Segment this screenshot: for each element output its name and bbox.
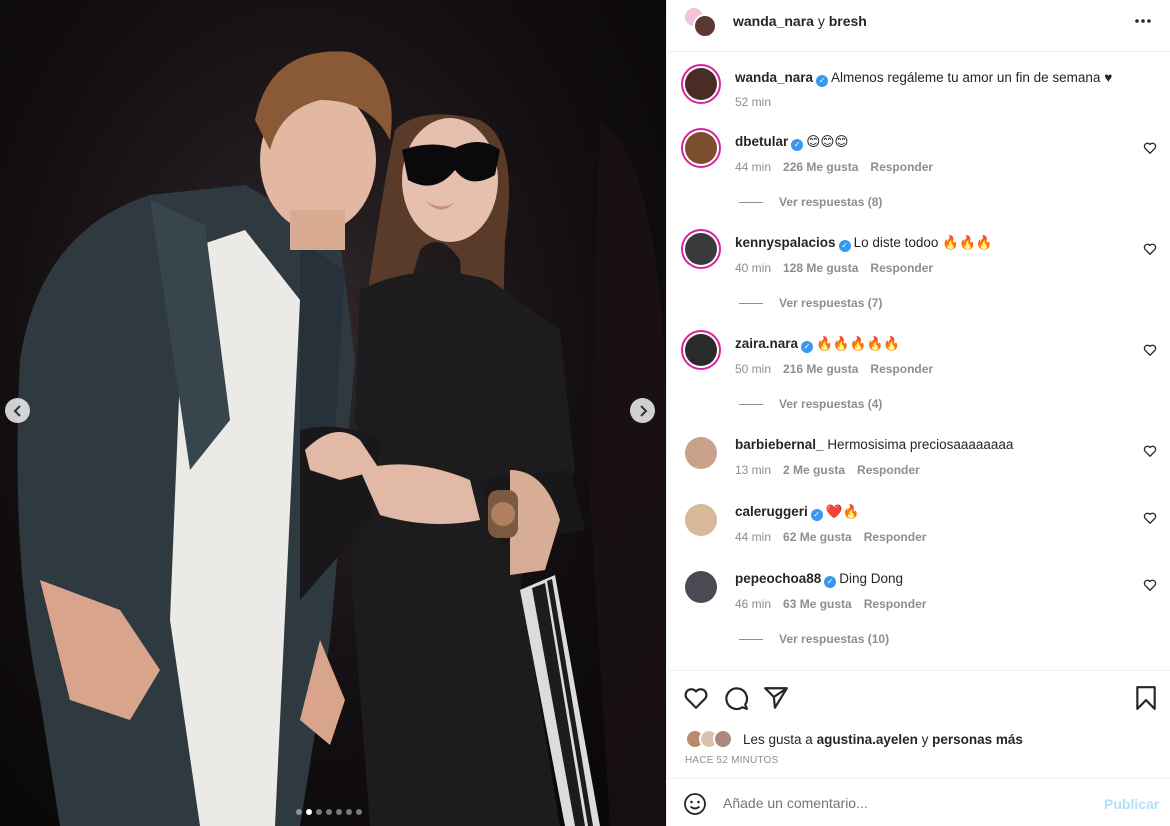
comment-icon[interactable] (723, 685, 749, 711)
comment-user[interactable]: barbiebernal_ (735, 437, 824, 452)
view-replies-button[interactable]: Ver respuestas (7) (739, 296, 882, 310)
verified-icon: ✓ (824, 576, 837, 588)
comment-text: ❤️🔥 (825, 504, 860, 519)
comment-text: Hermosisima preciosaaaaaaaa (827, 437, 1014, 452)
liker-avatars (685, 729, 737, 749)
comment-time: 50 min (735, 362, 772, 376)
likes-prefix: Les gusta a (743, 732, 817, 747)
carousel-dot (316, 809, 322, 815)
comment-time: 40 min (735, 261, 772, 275)
prev-photo-button[interactable] (5, 398, 30, 423)
heart-icon[interactable] (1143, 444, 1157, 458)
comment-time: 44 min (735, 530, 772, 544)
chevron-right-icon (639, 404, 647, 417)
carousel-dot (296, 809, 302, 815)
verified-icon: ✓ (816, 75, 829, 87)
caption-user[interactable]: wanda_nara (735, 70, 813, 85)
comment-likes[interactable]: 216 Me gusta (783, 362, 858, 376)
post-header: wanda_nara y bresh (667, 0, 1170, 52)
comment-text: 🔥🔥🔥🔥🔥 (816, 336, 901, 351)
likes-rest[interactable]: personas más (932, 732, 1023, 747)
heart-icon[interactable] (1143, 141, 1157, 155)
verified-icon: ✓ (810, 509, 823, 521)
carousel-dot (346, 809, 352, 815)
comment-text: 😊😊😊 (806, 134, 849, 149)
header-joiner: y (813, 13, 829, 29)
carousel-dot (356, 809, 362, 815)
view-replies-button[interactable]: Ver respuestas (4) (739, 397, 882, 411)
caption-avatar[interactable] (681, 64, 721, 104)
post-panel: wanda_nara y bresh wanda_nara ✓ Almenos re… (666, 0, 1170, 826)
header-title: wanda_nara y bresh (733, 13, 867, 29)
add-comment-bar: Publicar (667, 778, 1170, 826)
reply-button[interactable]: Responder (857, 463, 920, 477)
verified-icon: ✓ (791, 139, 804, 151)
chevron-left-icon (13, 404, 21, 417)
reply-button[interactable]: Responder (870, 362, 933, 376)
carousel-dots (296, 809, 362, 815)
view-replies-button[interactable]: Ver respuestas (10) (739, 632, 889, 646)
caption-text: Almenos regáleme tu amor un fin de seman… (831, 70, 1113, 85)
likes-joiner: y (917, 732, 933, 747)
comment-avatar[interactable] (681, 330, 721, 370)
avatar[interactable] (693, 14, 717, 38)
post-photo (0, 0, 666, 826)
view-replies-label: Ver respuestas (4) (779, 397, 883, 411)
comment-avatar[interactable] (681, 229, 721, 269)
comment-likes[interactable]: 62 Me gusta (783, 530, 852, 544)
comment-time: 13 min (735, 463, 772, 477)
comment-avatar[interactable] (685, 504, 717, 536)
emoji-icon[interactable] (683, 792, 707, 816)
liker-user[interactable]: agustina.ayelen (817, 732, 918, 747)
header-user[interactable]: wanda_nara (733, 13, 814, 29)
carousel-dot (306, 809, 312, 815)
reply-button[interactable]: Responder (864, 530, 927, 544)
view-replies-label: Ver respuestas (10) (779, 632, 890, 646)
comment-input[interactable] (723, 793, 1083, 813)
reply-button[interactable]: Responder (870, 160, 933, 174)
comment-avatar[interactable] (681, 128, 721, 168)
post-timestamp: HACE 52 MINUTOS (685, 755, 779, 766)
caption-time: 52 min (735, 95, 772, 109)
comment-text: Ding Dong (839, 571, 904, 586)
comment-likes[interactable]: 2 Me gusta (783, 463, 845, 477)
share-icon[interactable] (763, 685, 789, 711)
comment-likes[interactable]: 226 Me gusta (783, 160, 858, 174)
comment-time: 46 min (735, 597, 772, 611)
post-media (0, 0, 666, 826)
more-icon[interactable] (1134, 18, 1152, 24)
heart-icon[interactable] (1143, 343, 1157, 357)
heart-icon[interactable] (1143, 578, 1157, 592)
heart-icon[interactable] (1143, 511, 1157, 525)
comment-user[interactable]: dbetular (735, 134, 788, 149)
comment-user[interactable]: caleruggeri (735, 504, 808, 519)
carousel-dot (336, 809, 342, 815)
heart-icon[interactable] (1143, 242, 1157, 256)
heart-icon[interactable] (683, 685, 709, 711)
header-collab[interactable]: bresh (829, 13, 867, 29)
view-replies-label: Ver respuestas (8) (779, 195, 883, 209)
comment-text: Lo diste todoo 🔥🔥🔥 (853, 235, 993, 250)
publish-button[interactable]: Publicar (1104, 796, 1159, 812)
next-photo-button[interactable] (630, 398, 655, 423)
comment-avatar[interactable] (685, 571, 717, 603)
reply-button[interactable]: Responder (864, 597, 927, 611)
comment-avatar[interactable] (685, 437, 717, 469)
verified-icon: ✓ (838, 240, 851, 252)
comment-user[interactable]: zaira.nara (735, 336, 798, 351)
action-bar: Les gusta a agustina.ayelen y personas m… (667, 670, 1170, 778)
verified-icon: ✓ (801, 341, 814, 353)
view-replies-label: Ver respuestas (7) (779, 296, 883, 310)
reply-button[interactable]: Responder (870, 261, 933, 275)
comment-time: 44 min (735, 160, 772, 174)
view-replies-button[interactable]: Ver respuestas (8) (739, 195, 882, 209)
comment-user[interactable]: kennyspalacios (735, 235, 836, 250)
comment-likes[interactable]: 63 Me gusta (783, 597, 852, 611)
likes-line: Les gusta a agustina.ayelen y personas m… (743, 732, 1023, 747)
comment-likes[interactable]: 128 Me gusta (783, 261, 858, 275)
bookmark-icon[interactable] (1133, 685, 1159, 711)
carousel-dot (326, 809, 332, 815)
comment-user[interactable]: pepeochoa88 (735, 571, 821, 586)
